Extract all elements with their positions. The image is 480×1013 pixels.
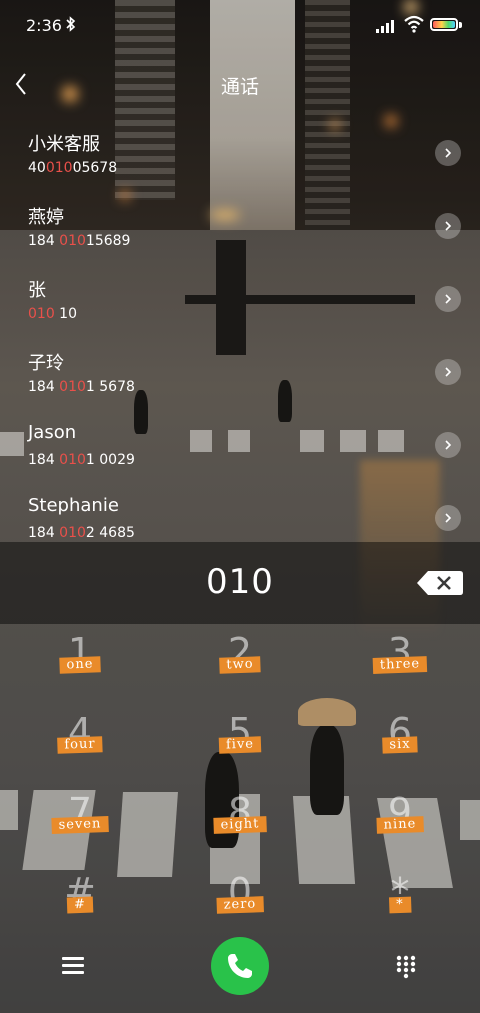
key-star[interactable]: * * (345, 864, 455, 942)
dialed-number: 010 (206, 562, 274, 602)
contact-number: 184 01015689 (28, 233, 131, 249)
contact-number: 010 10 (28, 306, 77, 322)
contact-name: 张 (28, 280, 46, 301)
backspace-icon[interactable] (416, 570, 464, 596)
bluetooth-icon (66, 16, 76, 36)
list-item[interactable]: Jason 184 0101 0029 (0, 410, 480, 482)
chevron-right-icon[interactable] (435, 505, 461, 531)
chevron-right-icon[interactable] (435, 213, 461, 239)
signal-icon (376, 20, 394, 33)
status-bar: 2:36 (0, 0, 480, 52)
page-title: 通话 (220, 76, 259, 98)
contact-number: 184 0102 4685 (28, 525, 135, 541)
dial-keypad: 1 one 2 two 3 three 4 four 5 five 6 six 7 seven… (0, 624, 480, 944)
wifi-icon (404, 15, 424, 33)
chevron-right-icon[interactable] (435, 286, 461, 312)
battery-icon (430, 18, 458, 31)
bottom-bar (0, 933, 480, 1013)
status-time: 2:36 (26, 16, 62, 35)
key-2[interactable]: 2 two (185, 624, 295, 702)
contact-name: 小米客服 (28, 134, 100, 155)
menu-icon[interactable] (62, 957, 84, 975)
contact-name: 燕婷 (28, 207, 64, 228)
list-item[interactable]: 张 010 10 (0, 264, 480, 336)
contact-number: 184 0101 0029 (28, 452, 135, 468)
key-1[interactable]: 1 one (25, 624, 135, 702)
keypad-dots-icon[interactable] (396, 955, 416, 979)
contact-name: 子玲 (28, 353, 64, 374)
key-8[interactable]: 8 eight (185, 784, 295, 862)
contact-name: Stephanie (28, 495, 119, 516)
key-5[interactable]: 5 five (185, 704, 295, 782)
phone-icon (228, 954, 252, 978)
contact-number: 4001005678 (28, 160, 118, 176)
chevron-right-icon[interactable] (435, 432, 461, 458)
key-hash[interactable]: # # (25, 864, 135, 942)
key-9[interactable]: 9 nine (345, 784, 455, 862)
list-item[interactable]: 小米客服 4001005678 (0, 118, 480, 190)
key-3[interactable]: 3 three (345, 624, 455, 702)
list-item[interactable]: 燕婷 184 01015689 (0, 191, 480, 263)
dial-input-display: 010 (0, 542, 480, 624)
key-7[interactable]: 7 seven (25, 784, 135, 862)
key-0[interactable]: 0 zero (185, 864, 295, 942)
key-6[interactable]: 6 six (345, 704, 455, 782)
chevron-right-icon[interactable] (435, 359, 461, 385)
chevron-right-icon[interactable] (435, 140, 461, 166)
key-4[interactable]: 4 four (25, 704, 135, 782)
list-item[interactable]: 子玲 184 0101 5678 (0, 337, 480, 409)
contact-name: Jason (28, 422, 77, 443)
call-button[interactable] (211, 937, 269, 995)
contact-number: 184 0101 5678 (28, 379, 135, 395)
